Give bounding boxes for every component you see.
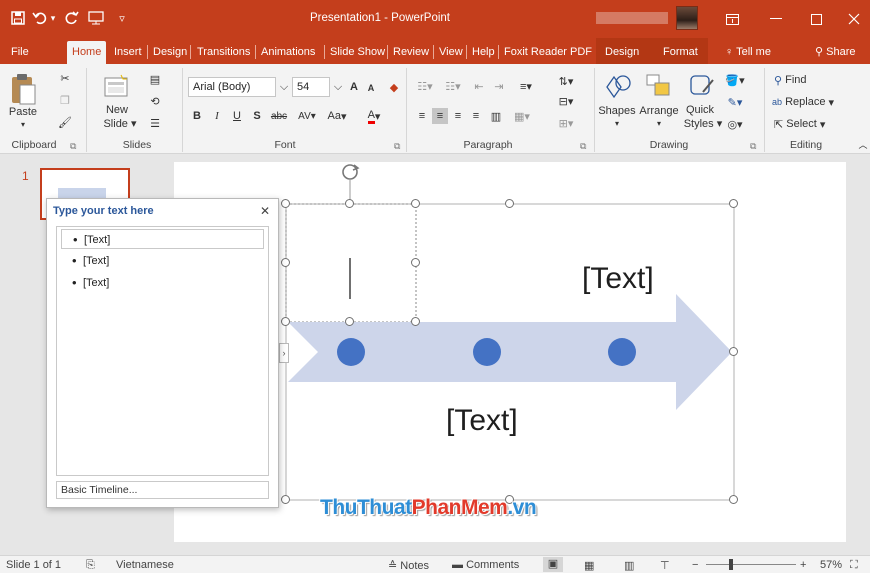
resize-handle[interactable] bbox=[281, 199, 290, 208]
zoom-level[interactable]: 57% bbox=[820, 559, 842, 571]
resize-handle[interactable] bbox=[729, 347, 738, 356]
zoom-slider[interactable] bbox=[706, 564, 796, 565]
timeline-dot-2[interactable] bbox=[473, 338, 501, 366]
close-icon[interactable]: ✕ bbox=[260, 204, 270, 218]
resize-handle[interactable] bbox=[729, 495, 738, 504]
resize-handle[interactable] bbox=[345, 199, 354, 208]
text-pane-item[interactable]: [Text] bbox=[61, 229, 264, 250]
zoom-slider-thumb[interactable] bbox=[729, 559, 733, 570]
slide-show-icon[interactable]: ⊤ bbox=[660, 559, 670, 572]
resize-handle[interactable] bbox=[729, 199, 738, 208]
text-pane-toggle-icon[interactable]: › bbox=[279, 343, 289, 363]
resize-handle[interactable] bbox=[411, 199, 420, 208]
timeline-dot-3[interactable] bbox=[608, 338, 636, 366]
resize-handle[interactable] bbox=[411, 317, 420, 326]
text-pane-list[interactable]: [Text] [Text] [Text] bbox=[56, 226, 269, 476]
zoom-out-button[interactable]: − bbox=[692, 559, 698, 571]
resize-handle[interactable] bbox=[345, 317, 354, 326]
resize-handle[interactable] bbox=[281, 258, 290, 267]
slide-count: Slide 1 of 1 bbox=[6, 559, 62, 571]
selected-text-shape[interactable] bbox=[285, 203, 417, 323]
status-bar: Slide 1 of 1 ⎘ Vietnamese ≙ Notes ▬ Comm… bbox=[0, 555, 870, 573]
timeline-dot-1[interactable] bbox=[337, 338, 365, 366]
comments-button[interactable]: ▬ Comments bbox=[452, 559, 519, 571]
resize-handle[interactable] bbox=[505, 199, 514, 208]
zoom-in-button[interactable]: + bbox=[800, 559, 806, 571]
spell-check-icon[interactable]: ⎘ bbox=[86, 559, 95, 572]
layout-name-link[interactable]: Basic Timeline... bbox=[56, 481, 269, 499]
resize-handle[interactable] bbox=[411, 258, 420, 267]
resize-handle[interactable] bbox=[281, 317, 290, 326]
notes-icon: ≙ bbox=[388, 560, 398, 572]
resize-handle[interactable] bbox=[281, 495, 290, 504]
language-indicator[interactable]: Vietnamese bbox=[116, 559, 174, 571]
text-pane-title: Type your text here bbox=[53, 205, 154, 217]
timeline-text-bottom[interactable]: [Text] bbox=[446, 404, 518, 438]
normal-view-icon[interactable]: ▣ bbox=[543, 557, 563, 572]
comments-icon: ▬ bbox=[452, 559, 463, 571]
text-pane-item[interactable]: [Text] bbox=[61, 251, 264, 271]
text-pane-item[interactable]: [Text] bbox=[61, 273, 264, 293]
slide-sorter-icon[interactable]: ▦ bbox=[584, 559, 594, 572]
smartart-text-pane: Type your text here ✕ [Text] [Text] [Tex… bbox=[46, 198, 279, 508]
reading-view-icon[interactable]: ▥ bbox=[624, 559, 634, 572]
notes-button[interactable]: ≙ Notes bbox=[388, 559, 429, 572]
fit-to-window-icon[interactable]: ⛶ bbox=[850, 559, 858, 572]
watermark: ThuThuatPhanMem.vn bbox=[320, 496, 537, 519]
timeline-text-top[interactable]: [Text] bbox=[582, 262, 654, 296]
